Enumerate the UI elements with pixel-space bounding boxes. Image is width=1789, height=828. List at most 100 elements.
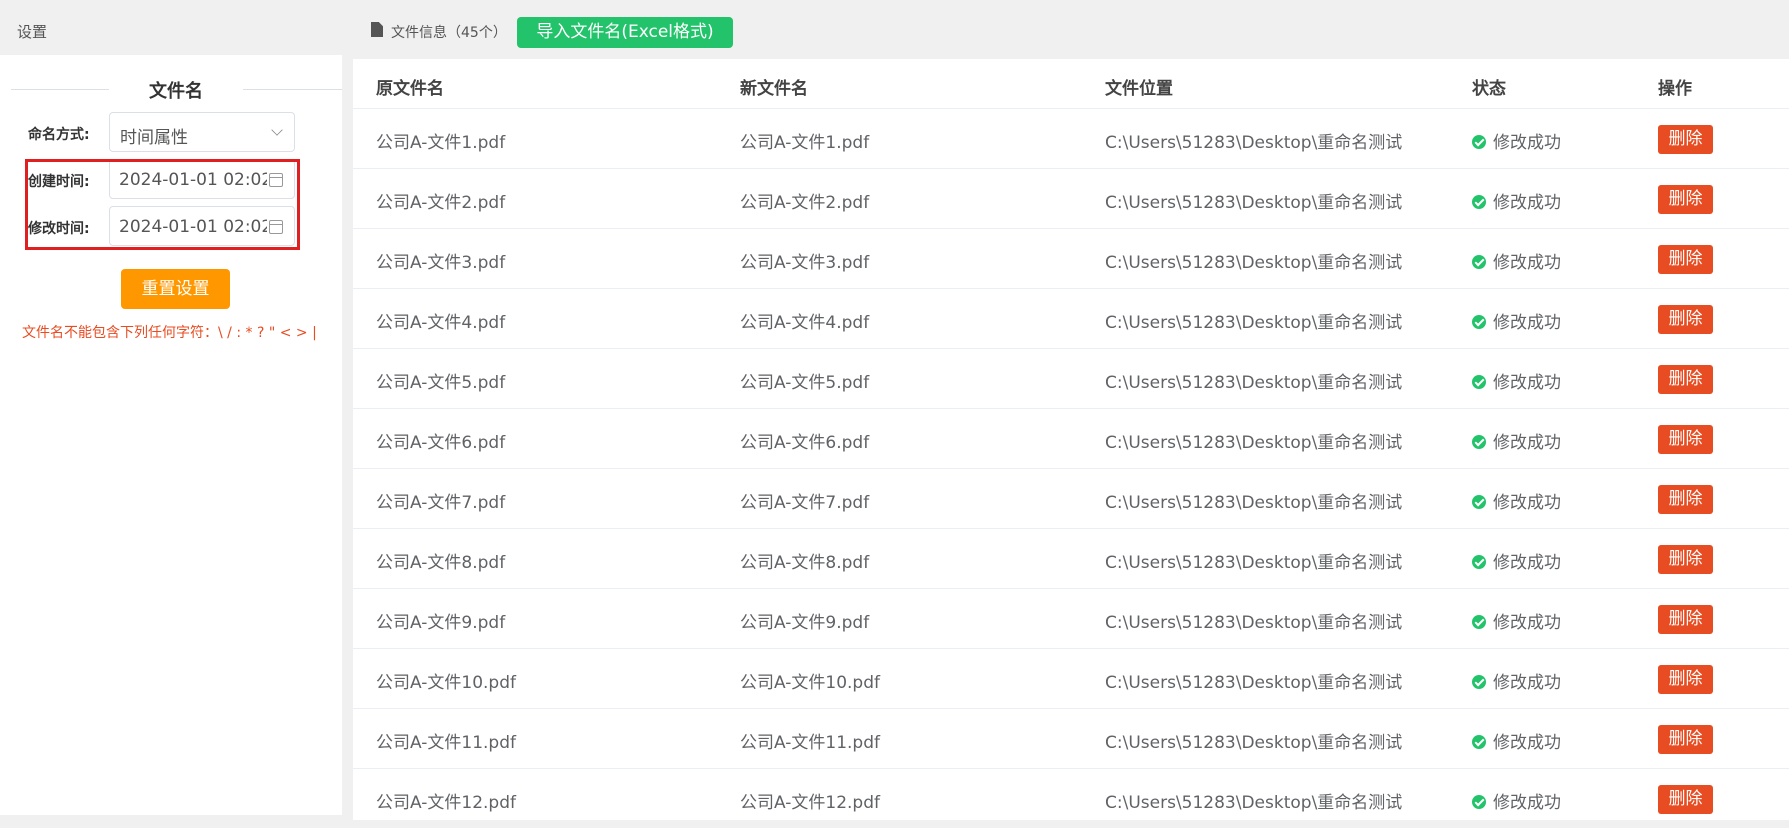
original-filename: 公司A-文件4.pdf: [376, 313, 506, 333]
original-filename: 公司A-文件10.pdf: [376, 673, 516, 693]
delete-button[interactable]: 删除: [1658, 305, 1713, 334]
table-row[interactable]: 公司A-文件5.pdf 公司A-文件5.pdf C:\Users\51283\Des…: [353, 349, 1789, 409]
new-filename: 公司A-文件7.pdf: [740, 493, 870, 513]
table-row[interactable]: 公司A-文件10.pdf 公司A-文件10.pdf C:\Users\51283\D…: [353, 649, 1789, 709]
status-text: 修改成功: [1493, 673, 1561, 693]
column-header-location[interactable]: 文件位置: [1105, 74, 1173, 99]
check-circle-icon: [1472, 135, 1486, 149]
table-row[interactable]: 公司A-文件7.pdf 公司A-文件7.pdf C:\Users\51283\Des…: [353, 469, 1789, 529]
original-filename: 公司A-文件3.pdf: [376, 253, 506, 273]
status-text: 修改成功: [1493, 553, 1561, 573]
naming-method-row: 命名方式: 时间属性: [0, 112, 342, 152]
settings-header: 设置: [0, 5, 342, 55]
column-header-original[interactable]: 原文件名: [376, 74, 444, 99]
check-circle-icon: [1472, 615, 1486, 629]
status-cell: 修改成功: [1472, 788, 1561, 813]
file-location: C:\Users\51283\Desktop\重命名测试: [1105, 673, 1403, 693]
delete-button[interactable]: 删除: [1658, 125, 1713, 154]
table-row[interactable]: 公司A-文件11.pdf 公司A-文件11.pdf C:\Users\51283\D…: [353, 709, 1789, 769]
column-header-status[interactable]: 状态: [1472, 74, 1506, 99]
status-text: 修改成功: [1493, 373, 1561, 393]
naming-method-value: 时间属性: [120, 128, 188, 148]
table-header: 原文件名 新文件名 文件位置 状态 操作: [353, 59, 1789, 109]
new-filename: 公司A-文件3.pdf: [740, 253, 870, 273]
check-circle-icon: [1472, 435, 1486, 449]
original-filename: 公司A-文件7.pdf: [376, 493, 506, 513]
file-location: C:\Users\51283\Desktop\重命名测试: [1105, 433, 1403, 453]
new-filename: 公司A-文件1.pdf: [740, 133, 870, 153]
delete-button[interactable]: 删除: [1658, 605, 1713, 634]
delete-button[interactable]: 删除: [1658, 365, 1713, 394]
naming-method-label: 命名方式:: [28, 127, 90, 143]
new-filename: 公司A-文件6.pdf: [740, 433, 870, 453]
highlight-box: [25, 159, 300, 250]
divider-right: [243, 89, 342, 90]
original-filename: 公司A-文件5.pdf: [376, 373, 506, 393]
file-location: C:\Users\51283\Desktop\重命名测试: [1105, 793, 1403, 813]
status-cell: 修改成功: [1472, 188, 1561, 213]
table-row[interactable]: 公司A-文件1.pdf 公司A-文件1.pdf C:\Users\51283\Des…: [353, 109, 1789, 169]
status-cell: 修改成功: [1472, 728, 1561, 753]
new-filename: 公司A-文件11.pdf: [740, 733, 880, 753]
status-text: 修改成功: [1493, 193, 1561, 213]
column-header-action: 操作: [1658, 79, 1692, 99]
file-location: C:\Users\51283\Desktop\重命名测试: [1105, 313, 1403, 333]
delete-button[interactable]: 删除: [1658, 725, 1713, 754]
file-location: C:\Users\51283\Desktop\重命名测试: [1105, 253, 1403, 273]
status-cell: 修改成功: [1472, 608, 1561, 633]
original-filename: 公司A-文件12.pdf: [376, 793, 516, 813]
status-cell: 修改成功: [1472, 368, 1561, 393]
check-circle-icon: [1472, 675, 1486, 689]
delete-button[interactable]: 删除: [1658, 785, 1713, 814]
delete-button[interactable]: 删除: [1658, 665, 1713, 694]
original-filename: 公司A-文件8.pdf: [376, 553, 506, 573]
original-filename: 公司A-文件9.pdf: [376, 613, 506, 633]
file-count-text: 文件信息（45个）: [391, 25, 507, 41]
table-row[interactable]: 公司A-文件8.pdf 公司A-文件8.pdf C:\Users\51283\Des…: [353, 529, 1789, 589]
column-header-new[interactable]: 新文件名: [740, 74, 808, 99]
naming-method-select[interactable]: 时间属性: [109, 112, 295, 152]
new-filename: 公司A-文件8.pdf: [740, 553, 870, 573]
section-title-text: 文件名: [149, 81, 203, 102]
status-cell: 修改成功: [1472, 428, 1561, 453]
status-text: 修改成功: [1493, 613, 1561, 633]
table-row[interactable]: 公司A-文件9.pdf 公司A-文件9.pdf C:\Users\51283\Des…: [353, 589, 1789, 649]
table-row[interactable]: 公司A-文件4.pdf 公司A-文件4.pdf C:\Users\51283\Des…: [353, 289, 1789, 349]
new-filename: 公司A-文件9.pdf: [740, 613, 870, 633]
new-filename: 公司A-文件12.pdf: [740, 793, 880, 813]
status-cell: 修改成功: [1472, 488, 1561, 513]
table-row[interactable]: 公司A-文件6.pdf 公司A-文件6.pdf C:\Users\51283\Des…: [353, 409, 1789, 469]
status-text: 修改成功: [1493, 253, 1561, 273]
app-window: 设置 文件名 命名方式: 时间属性 创建时间: 2024-01-01 02:02…: [0, 0, 1789, 828]
original-filename: 公司A-文件2.pdf: [376, 193, 506, 213]
check-circle-icon: [1472, 495, 1486, 509]
import-filenames-button[interactable]: 导入文件名(Excel格式): [517, 17, 733, 48]
status-text: 修改成功: [1493, 433, 1561, 453]
delete-button[interactable]: 删除: [1658, 425, 1713, 454]
file-location: C:\Users\51283\Desktop\重命名测试: [1105, 613, 1403, 633]
delete-button[interactable]: 删除: [1658, 185, 1713, 214]
file-location: C:\Users\51283\Desktop\重命名测试: [1105, 133, 1403, 153]
status-cell: 修改成功: [1472, 308, 1561, 333]
file-location: C:\Users\51283\Desktop\重命名测试: [1105, 493, 1403, 513]
table-row[interactable]: 公司A-文件3.pdf 公司A-文件3.pdf C:\Users\51283\Des…: [353, 229, 1789, 289]
file-list-panel: 文件信息（45个） 导入文件名(Excel格式) 原文件名 新文件名 文件位置 …: [353, 5, 1789, 820]
status-cell: 修改成功: [1472, 668, 1561, 693]
delete-button[interactable]: 删除: [1658, 545, 1713, 574]
reset-settings-button[interactable]: 重置设置: [121, 269, 230, 309]
delete-button[interactable]: 删除: [1658, 245, 1713, 274]
check-circle-icon: [1472, 195, 1486, 209]
table-body: 公司A-文件1.pdf 公司A-文件1.pdf C:\Users\51283\Des…: [353, 109, 1789, 820]
new-filename: 公司A-文件10.pdf: [740, 673, 880, 693]
new-filename: 公司A-文件2.pdf: [740, 193, 870, 213]
table-row[interactable]: 公司A-文件2.pdf 公司A-文件2.pdf C:\Users\51283\Des…: [353, 169, 1789, 229]
status-text: 修改成功: [1493, 733, 1561, 753]
file-location: C:\Users\51283\Desktop\重命名测试: [1105, 733, 1403, 753]
table-row[interactable]: 公司A-文件12.pdf 公司A-文件12.pdf C:\Users\51283\D…: [353, 769, 1789, 820]
check-circle-icon: [1472, 735, 1486, 749]
delete-button[interactable]: 删除: [1658, 485, 1713, 514]
status-text: 修改成功: [1493, 313, 1561, 333]
original-filename: 公司A-文件1.pdf: [376, 133, 506, 153]
file-location: C:\Users\51283\Desktop\重命名测试: [1105, 193, 1403, 213]
check-circle-icon: [1472, 375, 1486, 389]
